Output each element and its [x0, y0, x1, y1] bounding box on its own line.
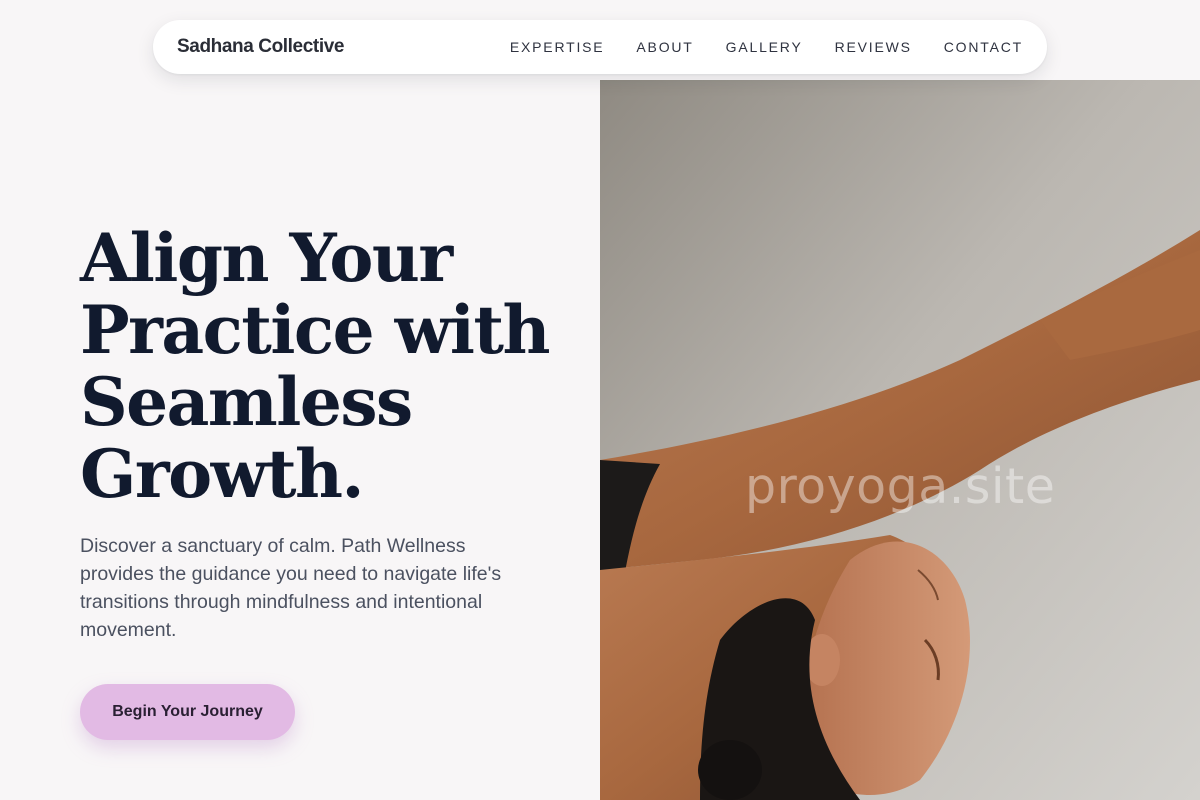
nav-link-expertise[interactable]: EXPERTISE — [510, 39, 605, 55]
nav-link-gallery[interactable]: GALLERY — [726, 39, 803, 55]
yoga-pose-illustration — [600, 80, 1200, 800]
top-navbar: Sadhana Collective EXPERTISE ABOUT GALLE… — [153, 20, 1047, 74]
watermark-text: proyoga.site — [745, 458, 1056, 515]
begin-journey-button[interactable]: Begin Your Journey — [80, 684, 295, 740]
nav-link-contact[interactable]: CONTACT — [944, 39, 1023, 55]
hero-subtitle: Discover a sanctuary of calm. Path Welln… — [80, 535, 502, 641]
hero-image — [600, 80, 1200, 800]
hero-title: Align Your Practice with Seamless Growth… — [80, 219, 550, 513]
nav-links: EXPERTISE ABOUT GALLERY REVIEWS CONTACT — [510, 39, 1023, 55]
nav-link-about[interactable]: ABOUT — [636, 39, 693, 55]
brand-logo-text[interactable]: Sadhana Collective — [177, 36, 344, 58]
landing-page: proyoga.site Sadhana Collective EXPERTIS… — [0, 0, 1200, 800]
nav-link-reviews[interactable]: REVIEWS — [835, 39, 912, 55]
